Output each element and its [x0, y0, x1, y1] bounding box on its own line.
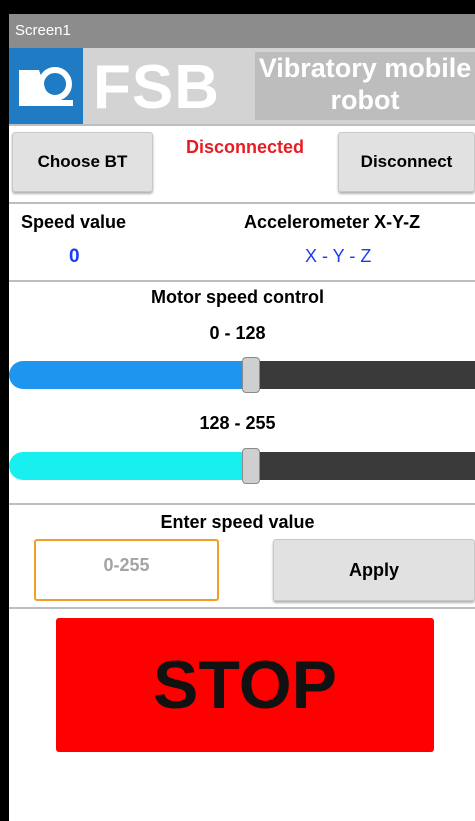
speed-entry-title: Enter speed value: [160, 512, 315, 532]
divider: [9, 124, 475, 126]
divider: [9, 202, 475, 204]
apply-button[interactable]: Apply: [273, 539, 475, 601]
app-title-line1: Vibratory mobile: [258, 53, 472, 83]
status-bar: [0, 0, 475, 14]
slider-thumb[interactable]: [242, 357, 260, 393]
accelerometer-readout: X - Y - Z: [305, 246, 372, 266]
connection-status: Disconnected: [185, 137, 305, 157]
divider: [9, 607, 475, 609]
slider-thumb[interactable]: [242, 448, 260, 484]
app-title-bar: Screen1: [9, 14, 475, 48]
accelerometer-label: Accelerometer X-Y-Z: [244, 212, 421, 232]
slider-track: [251, 361, 475, 389]
logo-text: FSB: [93, 53, 220, 122]
disconnect-button[interactable]: Disconnect: [338, 132, 475, 192]
slider-fill: [9, 361, 251, 389]
choose-bt-button[interactable]: Choose BT: [12, 132, 153, 192]
slider-fill: [9, 452, 251, 480]
stop-button[interactable]: STOP: [56, 618, 434, 752]
app-title-line2: robot: [330, 85, 400, 115]
divider: [9, 280, 475, 282]
speed-input[interactable]: 0-255: [34, 539, 219, 601]
header-banner: FSB Vibratory mobile robot: [9, 48, 475, 124]
slider-range-label-2: 128 - 255: [199, 413, 276, 433]
screen-title: Screen1: [15, 22, 71, 39]
app-title: Vibratory mobile robot: [255, 52, 475, 116]
fsb-logo-icon: [9, 48, 83, 124]
speed-value-label: Speed value: [21, 212, 127, 232]
screen-edge: [0, 0, 9, 821]
motor-control-title: Motor speed control: [150, 287, 324, 307]
divider: [9, 503, 475, 505]
slider-range-label-1: 0 - 128: [209, 323, 266, 343]
slider-track: [251, 452, 475, 480]
speed-value-readout: 0: [69, 246, 80, 267]
